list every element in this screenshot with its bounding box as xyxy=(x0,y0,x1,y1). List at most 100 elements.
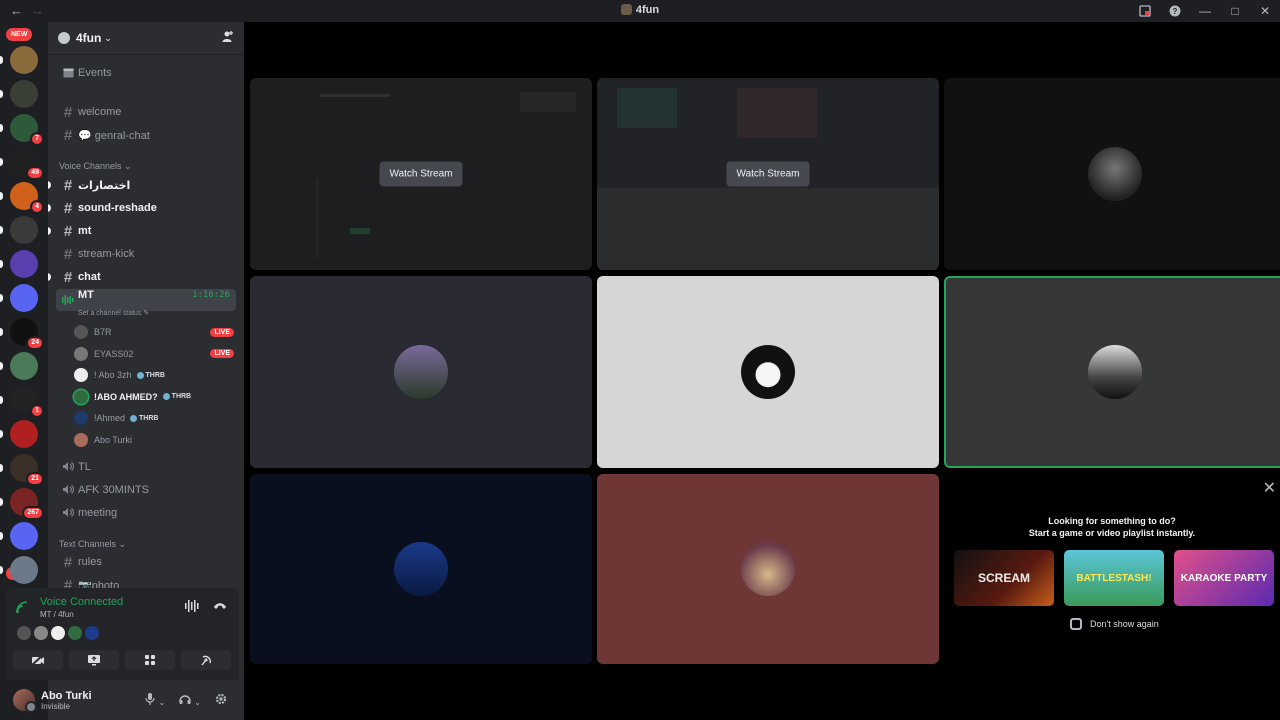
participant-tile-speaking[interactable] xyxy=(944,276,1280,468)
voice-user[interactable]: ! Abo 3zh THRB xyxy=(74,365,234,385)
server-icon[interactable]: 49 xyxy=(10,148,44,180)
participant-tile[interactable] xyxy=(597,474,939,664)
channel-name: meeting xyxy=(78,507,118,519)
avatar[interactable] xyxy=(85,626,99,640)
headphones-icon[interactable]: ⌄ xyxy=(179,693,201,708)
watch-stream-button[interactable]: Watch Stream xyxy=(726,161,810,187)
avatar[interactable] xyxy=(34,626,48,640)
avatar[interactable] xyxy=(17,626,31,640)
voice-user[interactable]: B7R LIVE xyxy=(74,322,234,342)
voice-user[interactable]: EYASS02 LIVE xyxy=(74,344,234,364)
activities-button[interactable] xyxy=(125,650,175,670)
voice-category-header[interactable]: Voice Channels ⌄ xyxy=(59,161,132,172)
text-channel[interactable]: # 💬 genral-chat xyxy=(56,124,236,146)
events-item[interactable]: Events xyxy=(56,62,236,84)
text-channel[interactable]: # stream-kick xyxy=(56,243,236,265)
chevron-down-icon[interactable]: ⌄ xyxy=(159,698,166,707)
maximize-icon[interactable]: □ xyxy=(1220,0,1250,22)
unread-pill xyxy=(0,396,3,404)
participant-tile[interactable] xyxy=(944,78,1280,270)
text-category-header[interactable]: Text Channels ⌄ xyxy=(59,539,126,550)
checkbox[interactable] xyxy=(1070,618,1082,630)
hash-icon: # xyxy=(63,245,73,263)
server-icon[interactable] xyxy=(10,80,38,108)
unread-pill xyxy=(0,430,3,438)
voice-user[interactable]: !ABO AHMED? THRB xyxy=(74,387,234,407)
help-icon[interactable]: ? xyxy=(1160,0,1190,22)
text-channel[interactable]: # mt xyxy=(48,220,236,242)
game-card-karaoke[interactable]: KARAOKE PARTY xyxy=(1174,550,1274,606)
user-panel: Abo Turki Invisible ⌄ ⌄ xyxy=(5,683,239,717)
voice-connection-panel: Voice Connected MT / 4fun xyxy=(5,588,239,680)
game-card-scream[interactable]: SCREAM xyxy=(954,550,1054,606)
server-icon[interactable] xyxy=(10,420,38,448)
camera-off-button[interactable] xyxy=(13,650,63,670)
username: Abo Turki xyxy=(41,689,92,702)
avatar[interactable] xyxy=(51,626,65,640)
channel-status-prompt[interactable]: Set a channel status ✎ xyxy=(78,309,149,317)
voice-channel-mt[interactable]: MT 1:16:26 xyxy=(56,289,236,311)
server-icon[interactable] xyxy=(10,46,38,74)
soundboard-button[interactable] xyxy=(181,650,231,670)
server-icon[interactable] xyxy=(10,216,38,244)
stream-tile[interactable]: Watch Stream xyxy=(250,78,592,270)
participant-tile[interactable] xyxy=(250,474,592,664)
minimize-icon[interactable]: — xyxy=(1190,0,1220,22)
noise-suppression-icon[interactable] xyxy=(185,600,199,615)
screen-share-button[interactable] xyxy=(69,650,119,670)
unread-pill xyxy=(0,294,3,302)
text-channel[interactable]: # rules xyxy=(56,551,236,573)
inbox-icon[interactable] xyxy=(1130,0,1160,22)
watch-stream-button[interactable]: Watch Stream xyxy=(379,161,463,187)
unread-indicator xyxy=(48,227,51,235)
voice-connected-label[interactable]: Voice Connected xyxy=(40,596,123,608)
participant-tile[interactable] xyxy=(597,276,939,468)
unread-indicator xyxy=(48,204,51,212)
microphone-icon[interactable]: ⌄ xyxy=(145,692,166,708)
voice-location[interactable]: MT / 4fun xyxy=(40,610,74,619)
server-icon[interactable] xyxy=(10,556,38,584)
server-icon[interactable]: 4 xyxy=(10,182,44,214)
stream-tile[interactable]: Watch Stream xyxy=(597,78,939,270)
server-icon[interactable] xyxy=(10,352,38,380)
chevron-down-icon[interactable]: ⌄ xyxy=(194,698,201,707)
text-channel[interactable]: # chat xyxy=(48,266,236,288)
voice-channel[interactable]: meeting xyxy=(56,502,236,524)
server-icon[interactable]: 1 xyxy=(10,386,44,418)
server-icon[interactable] xyxy=(10,284,38,312)
participant-tile[interactable] xyxy=(250,276,592,468)
voice-user-name: EYASS02 xyxy=(94,348,134,359)
server-header[interactable]: 4fun ⌄ xyxy=(48,22,244,55)
invite-user-icon[interactable] xyxy=(221,30,234,46)
calendar-icon xyxy=(60,65,76,82)
avatar[interactable] xyxy=(13,689,37,713)
user-info[interactable]: Abo Turki Invisible xyxy=(41,690,92,711)
close-window-icon[interactable]: ✕ xyxy=(1250,0,1280,22)
voice-user[interactable]: !Ahmed THRB xyxy=(74,408,234,428)
server-icon[interactable] xyxy=(10,250,38,278)
game-card-battlestash[interactable]: BATTLESTASH! xyxy=(1064,550,1164,606)
unread-pill xyxy=(0,192,3,200)
server-icon[interactable]: 7 xyxy=(10,114,44,146)
title-bar: ← → 4fun ? — □ ✕ xyxy=(0,0,1280,22)
disconnect-icon[interactable] xyxy=(213,600,227,614)
voice-channel[interactable]: TL xyxy=(56,456,236,478)
server-icon[interactable] xyxy=(10,522,38,550)
clan-tag: THRB xyxy=(162,393,191,400)
gear-icon[interactable] xyxy=(215,693,227,708)
server-icon[interactable]: 21 xyxy=(10,454,44,486)
voice-channel[interactable]: AFK 30MINTS xyxy=(56,479,236,501)
dont-show-again-checkbox[interactable]: Don't show again xyxy=(1070,618,1159,630)
voice-user[interactable]: Abo Turki xyxy=(74,430,234,450)
connection-signal-icon[interactable] xyxy=(15,600,29,614)
new-badge: NEW xyxy=(6,28,33,41)
clan-tag-icon xyxy=(130,414,138,422)
text-channel[interactable]: # sound-reshade xyxy=(48,197,236,219)
close-icon[interactable]: ✕ xyxy=(1263,478,1276,498)
events-label: Events xyxy=(78,67,112,79)
server-icon[interactable]: 267 xyxy=(10,488,44,520)
server-icon[interactable]: 24 xyxy=(10,318,44,350)
avatar[interactable] xyxy=(68,626,82,640)
text-channel[interactable]: # اختصارات xyxy=(48,174,236,196)
text-channel[interactable]: # welcome xyxy=(56,101,236,123)
